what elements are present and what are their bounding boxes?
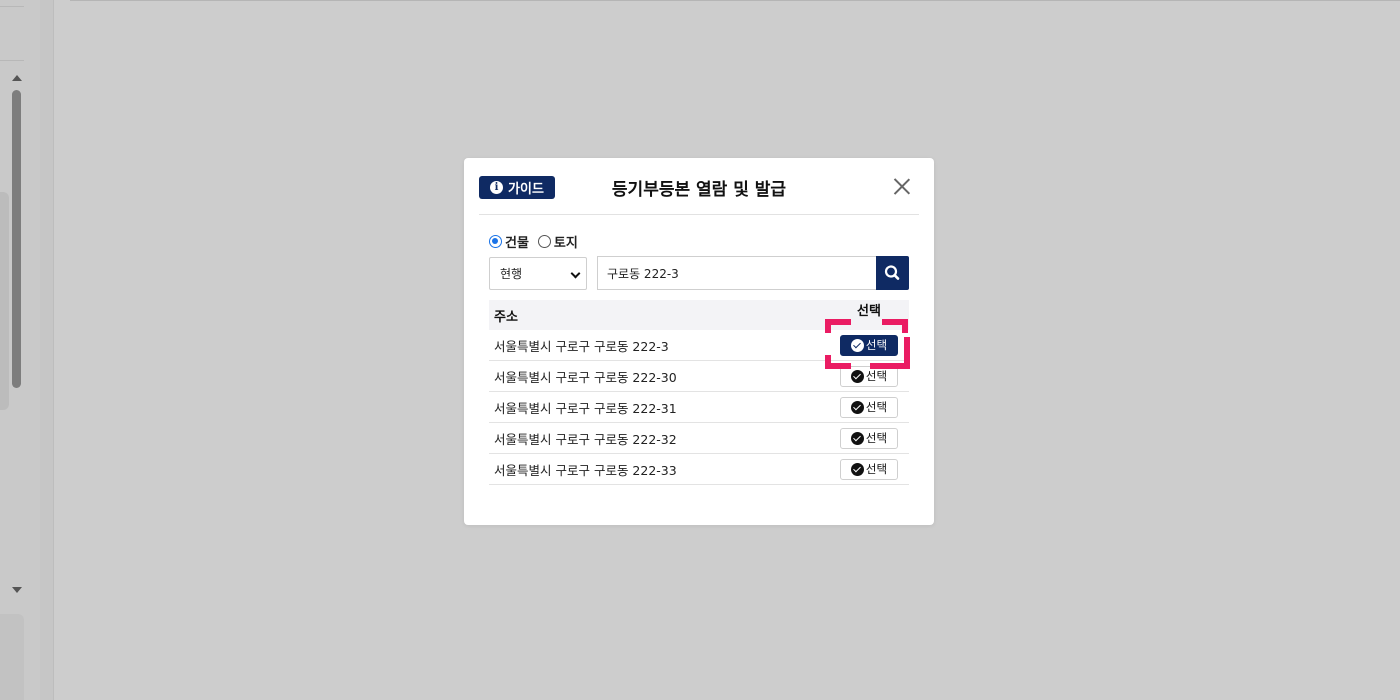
- check-circle-icon: [850, 462, 864, 476]
- gutter: [40, 0, 54, 700]
- search-button[interactable]: [876, 256, 909, 290]
- address-table: 주소 선택 서울특별시 구로구 구로동 222-3 선택 서울특별시 구로구 구…: [489, 300, 909, 485]
- highlight-corner: [825, 319, 831, 333]
- table-row: 서울특별시 구로구 구로동 222-31 선택: [489, 392, 909, 423]
- table-row: 서울특별시 구로구 구로동 222-32 선택: [489, 423, 909, 454]
- check-circle-icon: [850, 369, 864, 383]
- table-header: 주소 선택: [489, 300, 909, 330]
- radio-label: 토지: [553, 236, 578, 251]
- select-button[interactable]: 선택: [840, 334, 898, 356]
- select-label: 선택: [865, 400, 888, 414]
- table-row: 서울특별시 구로구 구로동 222-33 선택: [489, 454, 909, 485]
- check-circle-icon: [850, 400, 864, 414]
- row-address: 서울특별시 구로구 구로동 222-30: [494, 369, 677, 385]
- table-row: 서울특별시 구로구 구로동 222-3 선택: [489, 330, 909, 361]
- modal-title: 등기부등본 열람 및 발급: [611, 180, 787, 200]
- radio-land[interactable]: 토지: [537, 232, 578, 251]
- highlight-corner: [902, 319, 908, 333]
- scroll-up-arrow-icon[interactable]: [12, 75, 22, 81]
- select-value: 현행: [500, 267, 523, 281]
- status-select[interactable]: 현행: [489, 257, 587, 290]
- header-address: 주소: [494, 309, 518, 325]
- radio-label: 건물: [505, 236, 529, 251]
- type-radio-group: 건물 토지: [489, 232, 587, 251]
- side-card: [0, 614, 24, 700]
- select-label: 선택: [865, 338, 888, 352]
- row-address: 서울특별시 구로구 구로동 222-3: [494, 338, 669, 354]
- select-button[interactable]: 선택: [840, 458, 898, 480]
- check-circle-icon: [850, 431, 864, 445]
- select-button[interactable]: 선택: [840, 427, 898, 449]
- modal-header: i 가이드 등기부등본 열람 및 발급: [479, 158, 919, 215]
- check-circle-icon: [850, 338, 864, 352]
- divider: [0, 60, 24, 61]
- highlight-corner: [825, 355, 831, 369]
- side-card: [0, 192, 9, 410]
- row-address: 서울특별시 구로구 구로동 222-33: [494, 462, 677, 478]
- select-button[interactable]: 선택: [840, 396, 898, 418]
- scrollbar-thumb[interactable]: [12, 90, 21, 388]
- chevron-down-icon: [570, 268, 581, 279]
- header-select: 선택: [857, 303, 881, 319]
- row-address: 서울특별시 구로구 구로동 222-31: [494, 400, 677, 416]
- radio-dot: [489, 235, 502, 248]
- search-icon: [884, 265, 900, 280]
- registry-modal: i 가이드 등기부등본 열람 및 발급 건물 토지 현행 구로동 222-3 주…: [464, 158, 934, 525]
- search-input-value: 구로동 222-3: [607, 266, 679, 281]
- divider: [0, 6, 24, 7]
- divider: [70, 0, 1400, 1]
- search-input[interactable]: 구로동 222-3: [597, 256, 877, 290]
- scroll-down-arrow-icon[interactable]: [12, 587, 22, 593]
- row-address: 서울특별시 구로구 구로동 222-32: [494, 431, 677, 447]
- close-icon[interactable]: [892, 176, 912, 196]
- select-label: 선택: [865, 369, 888, 383]
- select-label: 선택: [865, 431, 888, 445]
- highlight-corner: [904, 337, 910, 369]
- radio-building[interactable]: 건물: [489, 232, 529, 251]
- radio-dot: [537, 235, 551, 248]
- select-label: 선택: [865, 462, 888, 476]
